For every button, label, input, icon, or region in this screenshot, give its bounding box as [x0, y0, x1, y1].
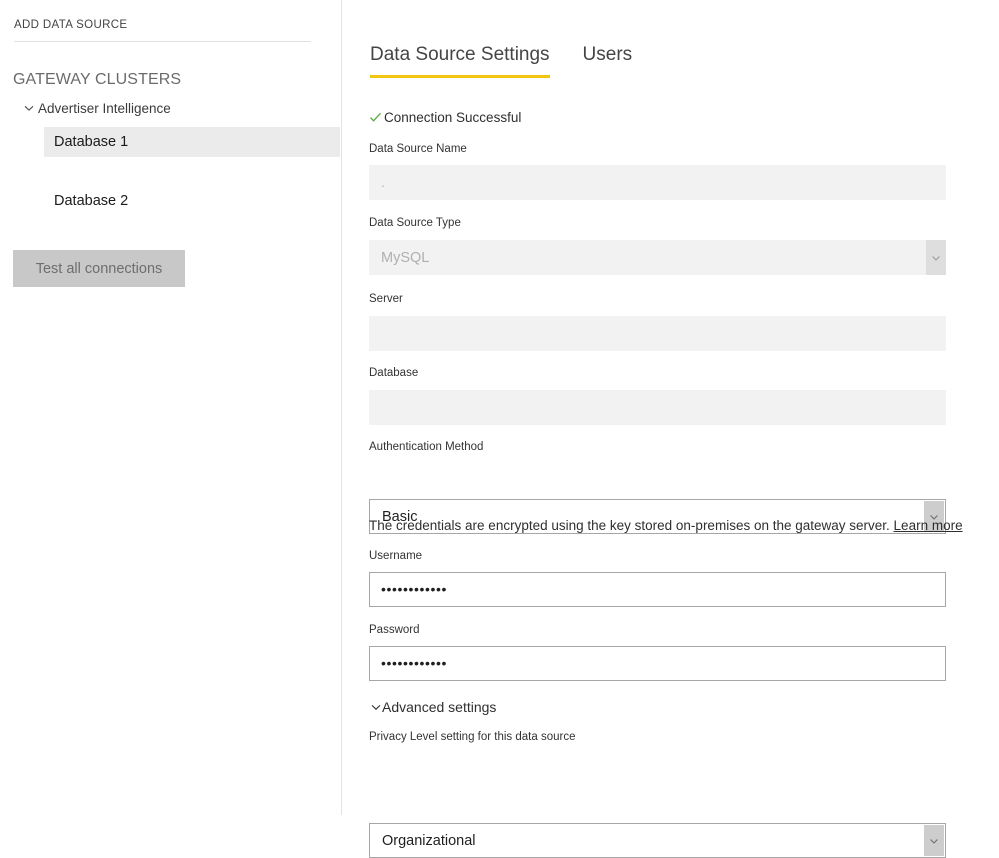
label-authentication-method: Authentication Method — [369, 441, 484, 453]
sidebar-item-label: Database 2 — [54, 193, 129, 209]
tab-users[interactable]: Users — [583, 44, 633, 78]
sidebar: ADD DATA SOURCE GATEWAY CLUSTERS Adverti… — [0, 0, 342, 815]
chevron-down-icon[interactable] — [924, 825, 944, 856]
sidebar-item-label: Database 1 — [54, 134, 129, 150]
advanced-settings-label: Advanced settings — [382, 699, 497, 715]
label-data-source-type: Data Source Type — [369, 217, 461, 229]
check-icon — [369, 111, 382, 124]
sidebar-divider — [14, 41, 311, 42]
label-password: Password — [369, 624, 420, 636]
privacy-level-select[interactable]: Organizational — [369, 823, 946, 858]
sidebar-item-database-2[interactable]: Database 2 — [44, 186, 340, 216]
gateway-clusters-heading: GATEWAY CLUSTERS — [13, 71, 182, 88]
label-username: Username — [369, 550, 423, 562]
connection-status-text: Connection Successful — [384, 110, 522, 125]
credentials-note-text: The credentials are encrypted using the … — [369, 518, 890, 533]
database-input[interactable] — [369, 390, 946, 425]
credentials-note: The credentials are encrypted using the … — [369, 518, 963, 533]
privacy-level-value: Organizational — [382, 832, 476, 849]
main-panel: Data Source Settings Users Connection Su… — [343, 0, 999, 858]
server-input[interactable] — [369, 316, 946, 351]
label-database: Database — [369, 367, 419, 379]
advanced-settings-toggle[interactable]: Advanced settings — [369, 699, 496, 715]
chevron-down-icon[interactable] — [22, 101, 36, 115]
chevron-down-icon[interactable] — [926, 240, 946, 275]
test-all-connections-button[interactable]: Test all connections — [13, 250, 185, 287]
tab-bar: Data Source Settings Users — [370, 44, 632, 78]
data-source-type-value: MySQL — [381, 249, 430, 266]
data-source-type-select[interactable]: MySQL — [369, 240, 946, 275]
learn-more-link[interactable]: Learn more — [894, 518, 963, 533]
label-privacy-level: Privacy Level setting for this data sour… — [369, 731, 576, 743]
tab-data-source-settings[interactable]: Data Source Settings — [370, 44, 550, 78]
add-data-source-label[interactable]: ADD DATA SOURCE — [14, 19, 127, 31]
gateway-cluster-name: Advertiser Intelligence — [38, 100, 171, 116]
password-input[interactable]: •••••••••••• — [369, 646, 946, 681]
chevron-down-icon[interactable] — [369, 701, 382, 714]
label-server: Server — [369, 293, 403, 305]
username-input[interactable]: •••••••••••• — [369, 572, 946, 607]
gateway-cluster-row[interactable]: Advertiser Intelligence — [0, 97, 342, 119]
label-data-source-name: Data Source Name — [369, 143, 467, 155]
sidebar-item-database-1[interactable]: Database 1 — [44, 127, 340, 157]
connection-status: Connection Successful — [369, 110, 521, 125]
data-source-name-input[interactable]: . — [369, 165, 946, 200]
